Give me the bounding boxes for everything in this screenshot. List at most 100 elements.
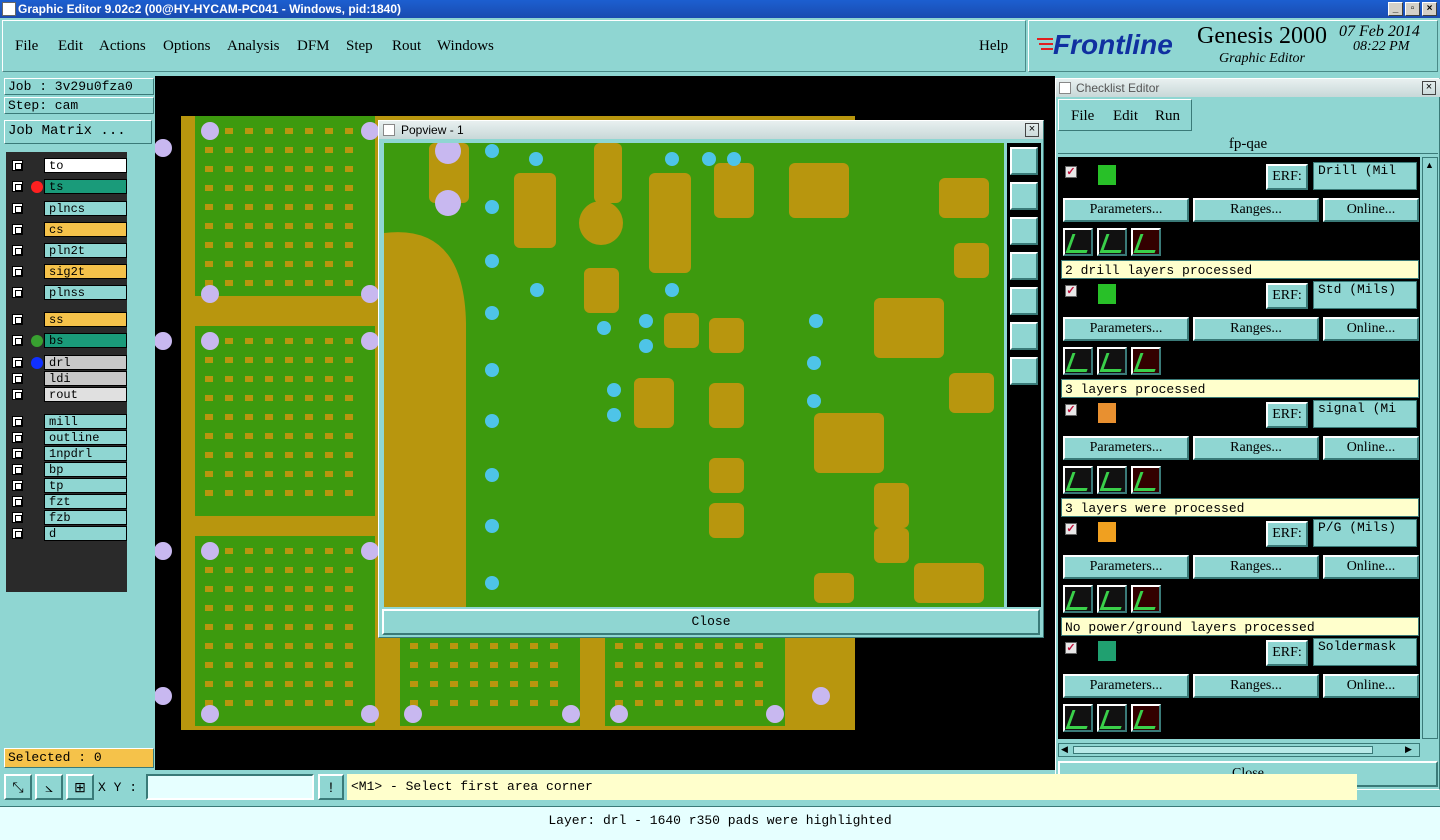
layer-checkbox[interactable]	[12, 314, 23, 325]
online-button[interactable]: Online...	[1323, 674, 1419, 698]
layer-row-fzb[interactable]: fzb	[10, 510, 127, 525]
xy-input[interactable]	[146, 774, 314, 800]
parameters-button[interactable]: Parameters...	[1063, 555, 1189, 579]
layer-name[interactable]: ts	[44, 179, 127, 194]
layer-name[interactable]: ss	[44, 312, 127, 327]
layer-row-1npdrl[interactable]: 1npdrl	[10, 446, 127, 461]
layer-name[interactable]: 1npdrl	[44, 446, 127, 461]
menu-edit[interactable]: Edit	[58, 38, 83, 55]
popview-close-icon[interactable]: ×	[1025, 123, 1039, 137]
layer-checkbox[interactable]	[12, 480, 23, 491]
pan-left-icon[interactable]	[1010, 252, 1038, 280]
layer-checkbox[interactable]	[12, 357, 23, 368]
ranges-button[interactable]: Ranges...	[1193, 555, 1319, 579]
erf-value[interactable]: Soldermask	[1313, 638, 1417, 666]
layer-name[interactable]: outline	[44, 430, 127, 445]
parameters-button[interactable]: Parameters...	[1063, 198, 1189, 222]
checklist-menu-edit[interactable]: Edit	[1113, 108, 1138, 125]
checklist-menu-run[interactable]: Run	[1155, 108, 1180, 125]
move-icon[interactable]	[1010, 357, 1038, 385]
erf-value[interactable]: Std (Mils)	[1313, 281, 1417, 309]
layer-row-drl[interactable]: drl	[10, 355, 127, 370]
layer-name[interactable]: mill	[44, 414, 127, 429]
popview-zoom-view[interactable]	[384, 143, 1004, 607]
job-matrix-button[interactable]: Job Matrix ...	[4, 120, 152, 144]
ranges-button[interactable]: Ranges...	[1193, 317, 1319, 341]
layer-row-rout[interactable]: rout	[10, 387, 127, 402]
erf-value[interactable]: Drill (Mil	[1313, 162, 1417, 190]
check-enabled-checkbox[interactable]: ✓	[1065, 285, 1077, 297]
parameters-button[interactable]: Parameters...	[1063, 674, 1189, 698]
layer-row-to[interactable]: to	[10, 158, 127, 173]
ranges-button[interactable]: Ranges...	[1193, 436, 1319, 460]
layer-name[interactable]: sig2t	[44, 264, 127, 279]
layer-row-ss[interactable]: ss	[10, 312, 127, 327]
layer-checkbox[interactable]	[12, 416, 23, 427]
minimize-button[interactable]: _	[1388, 2, 1403, 16]
clear-results-icon[interactable]	[1131, 347, 1161, 375]
layer-checkbox[interactable]	[12, 389, 23, 400]
menu-analysis[interactable]: Analysis	[227, 38, 280, 55]
zoom-fit-icon[interactable]	[1010, 147, 1038, 175]
layer-checkbox[interactable]	[12, 203, 23, 214]
warning-icon[interactable]: !	[318, 774, 344, 800]
checklist-menu-file[interactable]: File	[1071, 108, 1094, 125]
erf-button[interactable]: ERF:	[1266, 164, 1308, 190]
run-check-icon[interactable]	[1063, 585, 1093, 613]
popview-close-button[interactable]: Close	[382, 609, 1040, 635]
erf-button[interactable]: ERF:	[1266, 402, 1308, 428]
layer-checkbox[interactable]	[12, 335, 23, 346]
layer-name[interactable]: d	[44, 526, 127, 541]
layer-checkbox[interactable]	[12, 496, 23, 507]
layer-checkbox[interactable]	[12, 245, 23, 256]
layer-checkbox[interactable]	[12, 373, 23, 384]
online-button[interactable]: Online...	[1323, 317, 1419, 341]
layer-checkbox[interactable]	[12, 432, 23, 443]
zoom-area-icon[interactable]: ⤡	[4, 774, 32, 800]
checklist-vscrollbar[interactable]: ▲	[1422, 157, 1438, 739]
layer-row-outline[interactable]: outline	[10, 430, 127, 445]
pan-right-icon[interactable]	[1010, 287, 1038, 315]
scroll-up-icon[interactable]: ▲	[1425, 160, 1434, 170]
online-button[interactable]: Online...	[1323, 198, 1419, 222]
layer-name[interactable]: plnss	[44, 285, 127, 300]
layer-row-bs[interactable]: bs	[10, 333, 127, 348]
layer-row-pln2t[interactable]: pln2t	[10, 243, 127, 258]
layer-checkbox[interactable]	[12, 160, 23, 171]
layer-row-plncs[interactable]: plncs	[10, 201, 127, 216]
layer-checkbox[interactable]	[12, 448, 23, 459]
run-check-icon[interactable]	[1063, 347, 1093, 375]
layer-row-bp[interactable]: bp	[10, 462, 127, 477]
parameters-button[interactable]: Parameters...	[1063, 436, 1189, 460]
layer-row-ldi[interactable]: ldi	[10, 371, 127, 386]
layer-name[interactable]: rout	[44, 387, 127, 402]
menu-actions[interactable]: Actions	[99, 38, 146, 55]
layer-row-d[interactable]: d	[10, 526, 127, 541]
zoom-out-icon[interactable]	[1010, 217, 1038, 245]
erf-button[interactable]: ERF:	[1266, 283, 1308, 309]
ranges-button[interactable]: Ranges...	[1193, 198, 1319, 222]
layer-name[interactable]: fzt	[44, 494, 127, 509]
show-results-icon[interactable]	[1097, 585, 1127, 613]
menu-windows[interactable]: Windows	[437, 38, 494, 55]
online-button[interactable]: Online...	[1323, 555, 1419, 579]
grid-snap-icon[interactable]: ⊞	[66, 774, 94, 800]
layer-row-plnss[interactable]: plnss	[10, 285, 127, 300]
layer-row-fzt[interactable]: fzt	[10, 494, 127, 509]
layer-name[interactable]: bp	[44, 462, 127, 477]
erf-button[interactable]: ERF:	[1266, 640, 1308, 666]
layer-checkbox[interactable]	[12, 266, 23, 277]
run-check-icon[interactable]	[1063, 466, 1093, 494]
ranges-button[interactable]: Ranges...	[1193, 674, 1319, 698]
clear-results-icon[interactable]	[1131, 585, 1161, 613]
clear-results-icon[interactable]	[1131, 228, 1161, 256]
layer-name[interactable]: ldi	[44, 371, 127, 386]
menu-rout[interactable]: Rout	[392, 38, 421, 55]
layer-name[interactable]: to	[44, 158, 127, 173]
layer-checkbox[interactable]	[12, 528, 23, 539]
layer-checkbox[interactable]	[12, 287, 23, 298]
layer-checkbox[interactable]	[12, 224, 23, 235]
parameters-button[interactable]: Parameters...	[1063, 317, 1189, 341]
layer-name[interactable]: plncs	[44, 201, 127, 216]
layer-row-mill[interactable]: mill	[10, 414, 127, 429]
